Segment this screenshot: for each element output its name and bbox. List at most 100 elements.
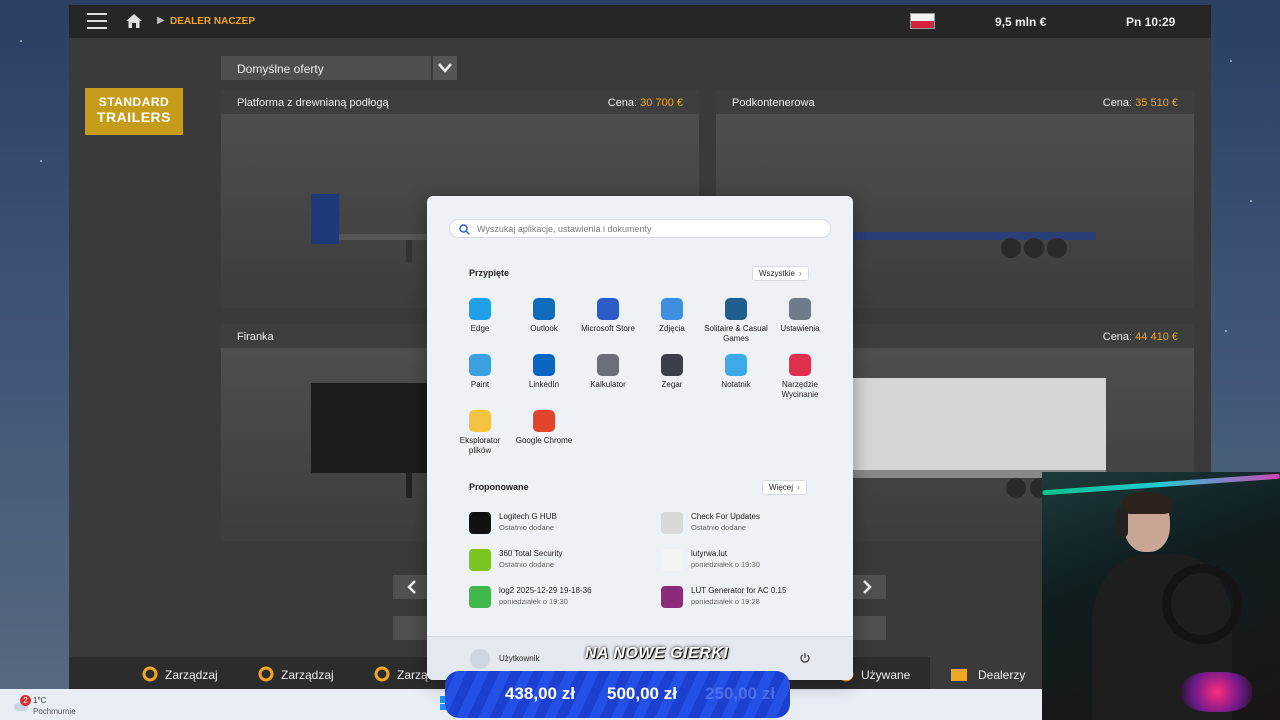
recommended-subtitle: poniedziałek o 19:30	[499, 597, 568, 606]
recommended-subtitle: Ostatnio dodane	[499, 560, 555, 569]
offer-card-header: Platforma z drewnianą podłogą Cena: 30 7…	[221, 90, 699, 114]
manage-button[interactable]: Zarządzaj	[127, 657, 227, 689]
pinned-app-store[interactable]: Microsoft Store	[576, 298, 640, 334]
pinned-app-chrome[interactable]: Google Chrome	[512, 410, 576, 446]
all-apps-button[interactable]: Wszystkie ›	[752, 266, 809, 281]
security-icon	[469, 549, 491, 571]
avatar[interactable]	[470, 649, 490, 669]
steering-wheel	[1162, 564, 1242, 644]
app-label: Edge	[470, 324, 490, 333]
pinned-app-file-explorer[interactable]: Eksplorator plików	[448, 410, 512, 456]
pinned-app-clock[interactable]: Zegar	[640, 354, 704, 390]
weather-widget[interactable]: 2 1°C Pochmurnie	[10, 693, 130, 719]
webcam-feed	[1042, 472, 1280, 720]
outlook-icon	[533, 298, 555, 320]
more-button[interactable]: Więcej ›	[762, 480, 807, 495]
notepad-icon	[725, 354, 747, 376]
pinned-app-linkedin[interactable]: LinkedIn	[512, 354, 576, 390]
hamburger-menu-icon[interactable]	[87, 13, 107, 29]
file-explorer-icon	[469, 410, 491, 432]
recommended-item[interactable]: Logitech G HUB Ostatnio dodane	[469, 510, 659, 540]
pinned-app-outlook[interactable]: Outlook	[512, 298, 576, 334]
app-label: Kalkulator	[590, 380, 626, 389]
calculator-icon	[597, 354, 619, 376]
app-label: Zdjęcia	[659, 324, 685, 333]
clock-icon	[661, 354, 683, 376]
app-label: Google Chrome	[515, 436, 573, 445]
app-label: LinkedIn	[528, 380, 560, 389]
stream-goal-title: NA NOWE GIERKI	[585, 645, 729, 662]
next-page-button[interactable]	[848, 575, 886, 599]
user-name[interactable]: Użytkownik	[499, 654, 539, 663]
solitaire-icon	[725, 298, 747, 320]
gear-icon	[374, 666, 390, 682]
recommended-subtitle: Ostatnio dodane	[499, 523, 555, 532]
rgb-mouse	[1182, 672, 1252, 712]
pinned-app-notepad[interactable]: Notatnik	[704, 354, 768, 390]
recommended-subtitle: poniedziałek o 19:28	[691, 597, 760, 606]
dealers-tab[interactable]: Dealerzy	[930, 657, 1043, 689]
store-icon	[597, 298, 619, 320]
donation-extra: 250,00 zł	[705, 684, 775, 703]
pinned-app-calculator[interactable]: Kalkulator	[576, 354, 640, 390]
app-label: Zegar	[661, 380, 683, 389]
winrar-icon	[661, 586, 683, 608]
offer-name: Podkontenerowa	[732, 97, 815, 109]
recommended-name: lutyrwa.lut	[691, 549, 728, 558]
snipping-tool-icon	[789, 354, 811, 376]
gear-icon	[258, 666, 274, 682]
app-label: Outlook	[530, 324, 558, 333]
game-clock: Pn 10:29	[1126, 15, 1176, 29]
app-label: Paint	[470, 380, 490, 389]
spreadsheet-icon	[469, 586, 491, 608]
standard-trailers-logo[interactable]: STANDARD TRAILERS	[85, 88, 183, 135]
offer-name: Platforma z drewnianą podłogą	[237, 97, 389, 109]
power-icon[interactable]	[799, 652, 811, 664]
recommended-name: Logitech G HUB	[499, 512, 557, 521]
chevron-right-icon: ›	[797, 483, 800, 492]
app-label: Notatnik	[721, 380, 751, 389]
chevron-right-icon: ›	[799, 269, 802, 278]
chevron-down-icon[interactable]	[433, 56, 457, 80]
dealer-icon	[951, 669, 967, 681]
pinned-title: Przypięte	[469, 268, 510, 278]
action-button[interactable]	[848, 616, 886, 640]
chevron-right-icon: ▶	[157, 15, 165, 26]
search-icon	[459, 224, 470, 235]
offers-filter-dropdown[interactable]: Domyślne oferty	[221, 56, 431, 80]
offer-name: Firanka	[237, 331, 274, 343]
search-box[interactable]	[449, 219, 831, 238]
search-input[interactable]	[477, 222, 817, 236]
bottom-bar-label: Zarządzaj	[281, 668, 334, 682]
brand-line-2: TRAILERS	[97, 109, 171, 125]
recommended-name: LUT Generator for AC 0.15	[691, 586, 787, 595]
edge-icon	[469, 298, 491, 320]
pinned-app-photos[interactable]: Zdjęcia	[640, 298, 704, 334]
recommended-name: Check For Updates	[691, 512, 760, 521]
bottom-bar-label: Używane	[861, 668, 911, 682]
recommended-item[interactable]: Check For Updates Ostatnio dodane	[661, 510, 851, 540]
recommended-name: 360 Total Security	[499, 549, 563, 558]
previous-page-button[interactable]	[393, 575, 431, 599]
recommended-title: Proponowane	[469, 482, 529, 492]
paint-icon	[469, 354, 491, 376]
donation-current: 438,00 zł	[505, 684, 575, 703]
notification-badge: 2	[20, 695, 31, 706]
led-strip	[1042, 473, 1280, 496]
pinned-app-snipping-tool[interactable]: Narzędzie Wycinanie	[768, 354, 832, 400]
headset-icon	[1116, 508, 1128, 538]
photos-icon	[661, 298, 683, 320]
pinned-app-solitaire[interactable]: Solitaire & Casual Games	[704, 298, 768, 344]
pinned-app-paint[interactable]: Paint	[448, 354, 512, 390]
home-icon[interactable]	[125, 12, 143, 30]
pinned-app-edge[interactable]: Edge	[448, 298, 512, 334]
recommended-item[interactable]: LUT Generator for AC 0.15 poniedziałek o …	[661, 584, 851, 614]
recommended-item[interactable]: lutyrwa.lut poniedziałek o 19:30	[661, 547, 851, 577]
recommended-item[interactable]: log2 2025-12-29 19-18-36 poniedziałek o 1…	[469, 584, 659, 614]
manage-button[interactable]: Zarządzaj	[243, 657, 343, 689]
chrome-icon	[533, 410, 555, 432]
recommended-item[interactable]: 360 Total Security Ostatnio dodane	[469, 547, 659, 577]
breadcrumb[interactable]: DEALER NACZEP	[170, 16, 255, 27]
money-display: 9,5 mln €	[995, 15, 1047, 29]
pinned-app-settings[interactable]: Ustawienia	[768, 298, 832, 334]
